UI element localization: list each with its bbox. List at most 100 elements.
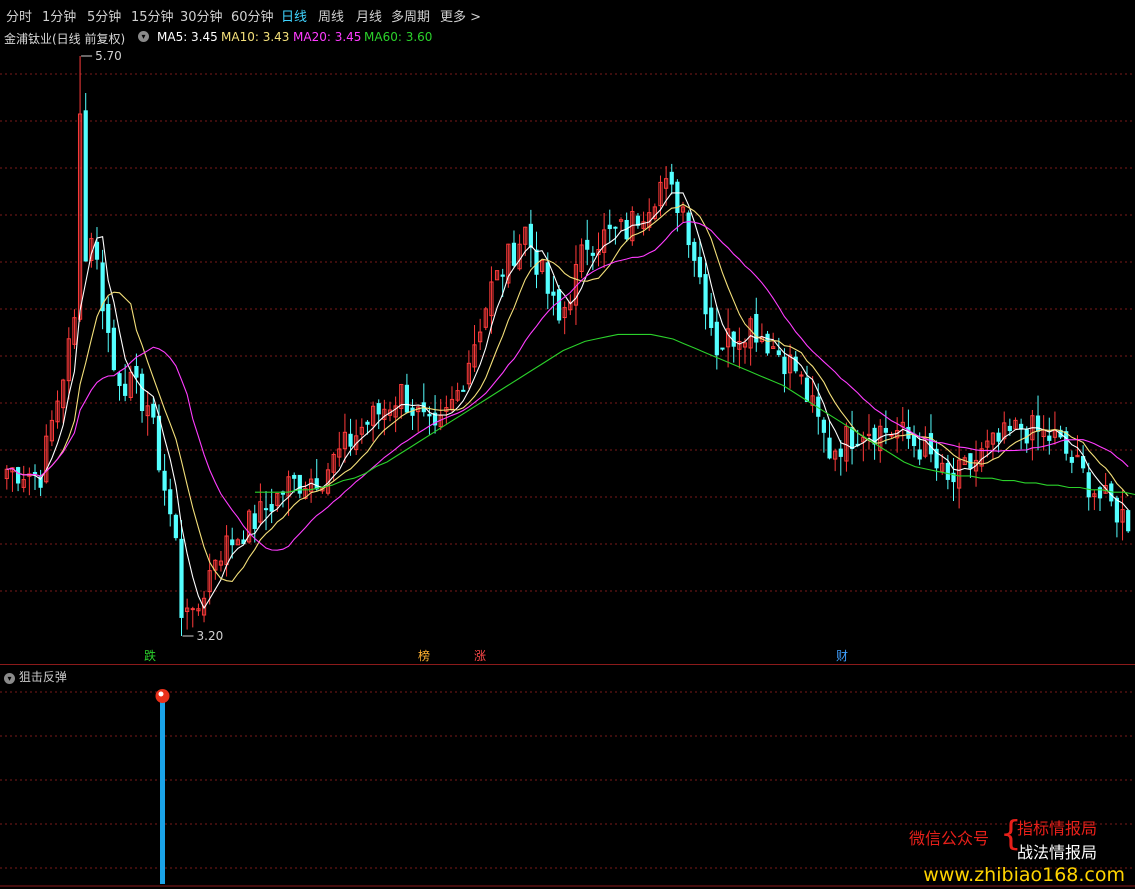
candle-body <box>404 384 410 413</box>
candle-body <box>94 241 100 260</box>
tab-3[interactable]: 15分钟 <box>131 6 174 25</box>
event-marker[interactable]: 跌 <box>143 648 157 663</box>
candle-body <box>827 437 832 459</box>
event-marker[interactable]: 财 <box>835 648 849 663</box>
candle-body <box>556 289 562 321</box>
candle-body <box>709 307 714 328</box>
watermark-right-text-2: 战法情报局 <box>1017 843 1098 862</box>
tab-10[interactable]: 更多 > <box>440 6 481 25</box>
candlestick-chart[interactable]: 5.70 3.20 跌 榜 涨 财 <box>0 46 1135 664</box>
tab-9[interactable]: 多周期 <box>391 6 430 25</box>
candle-body <box>534 249 539 275</box>
candle-body <box>168 489 173 515</box>
watermark: 微信公众号 { 指标情报局 战法情报局 <box>905 813 1125 862</box>
tab-2[interactable]: 5分钟 <box>87 6 121 25</box>
candle-body <box>1007 425 1012 432</box>
candle-body <box>607 224 612 230</box>
candle-body <box>106 303 111 333</box>
candle-body <box>782 356 787 375</box>
candle-body <box>765 333 770 354</box>
candle-body <box>151 403 156 418</box>
chevron-down-icon[interactable]: ▾ <box>138 31 149 42</box>
candle-body <box>714 321 719 356</box>
candles <box>4 56 1131 636</box>
candle-body <box>297 474 302 494</box>
candle-body <box>230 539 235 546</box>
candle-body <box>545 262 550 294</box>
candle-body <box>996 432 1001 442</box>
candle-body <box>134 365 139 378</box>
candle-body <box>1064 431 1069 454</box>
candle-body <box>1114 497 1120 523</box>
candle-body <box>703 274 708 315</box>
candle-body <box>1097 487 1103 499</box>
candle-body <box>427 413 432 417</box>
marker-label: 跌 <box>144 648 156 663</box>
candle-body <box>613 226 618 229</box>
candle-body <box>348 433 353 447</box>
annotation-label: 5.70 <box>95 49 122 63</box>
panel-divider <box>0 664 1135 665</box>
candle-body <box>461 389 466 392</box>
candle-body <box>139 373 145 412</box>
ma5-line <box>6 192 1129 610</box>
candle-body <box>252 513 257 529</box>
candle-body <box>551 291 556 296</box>
candle-body <box>917 449 922 460</box>
low-price-annotation: 3.20 <box>182 629 224 643</box>
candle-body <box>32 472 38 475</box>
candle-body <box>945 462 950 480</box>
tab-8[interactable]: 月线 <box>356 6 382 25</box>
stock-title[interactable]: 金浦钛业(日线 前复权) <box>4 30 125 47</box>
candle-body <box>883 427 888 433</box>
annotation-label: 3.20 <box>197 629 224 643</box>
period-toolbar: 分时 1分钟 5分钟 15分钟 30分钟 60分钟 日线 周线 月线 多周期 更多 > <box>0 0 1135 28</box>
candle-body <box>528 223 533 248</box>
indicator-bar <box>160 694 165 884</box>
candle-body <box>776 350 781 356</box>
candle-body <box>590 252 595 256</box>
candle-body <box>697 256 703 278</box>
candle-body <box>314 478 319 490</box>
tab-4[interactable]: 30分钟 <box>180 6 223 25</box>
watermark-left-text: 微信公众号 <box>909 829 990 848</box>
candle-body <box>1126 510 1131 532</box>
ma60-label: MA60: 3.60 <box>364 30 433 44</box>
watermark-url: www.zhibiao168.com <box>923 864 1125 886</box>
tab-5[interactable]: 60分钟 <box>231 6 274 25</box>
candle-body <box>692 241 697 261</box>
candle-body <box>263 508 269 511</box>
tab-1[interactable]: 1分钟 <box>42 6 76 25</box>
candle-body <box>365 421 370 425</box>
candle-body <box>804 377 810 403</box>
candle-body <box>15 467 21 484</box>
marker-label: 榜 <box>418 648 430 663</box>
event-marker[interactable]: 涨 <box>473 648 487 663</box>
tab-0[interactable]: 分时 <box>6 6 32 25</box>
candle-body <box>83 110 88 262</box>
signal-icon-highlight <box>158 691 164 697</box>
marker-label: 财 <box>836 649 848 663</box>
candle-body <box>162 470 167 491</box>
candle-body <box>156 415 162 471</box>
candle-body <box>173 514 178 539</box>
candle-body <box>821 419 826 433</box>
candle-body <box>669 171 674 185</box>
candle-body <box>117 373 122 387</box>
candle-body <box>111 327 116 371</box>
candle-body <box>1069 456 1074 463</box>
ma5-label: MA5: 3.45 <box>157 30 218 44</box>
candle-body <box>1035 415 1041 432</box>
candle-body <box>1086 472 1091 498</box>
tab-6[interactable]: 日线 <box>281 6 307 25</box>
ma20-label: MA20: 3.45 <box>293 30 362 44</box>
candle-body <box>376 403 381 415</box>
high-price-annotation: 5.70 <box>81 49 122 63</box>
tab-7[interactable]: 周线 <box>318 6 344 25</box>
event-marker[interactable]: 榜 <box>417 648 431 663</box>
candle-body <box>720 347 725 350</box>
candle-body <box>849 427 855 449</box>
stock-info-bar: 金浦钛业(日线 前复权) ▾ MA5: 3.45 MA10: 3.43 MA20… <box>0 28 1135 46</box>
candle-body <box>500 274 505 277</box>
candle-body <box>190 608 195 611</box>
